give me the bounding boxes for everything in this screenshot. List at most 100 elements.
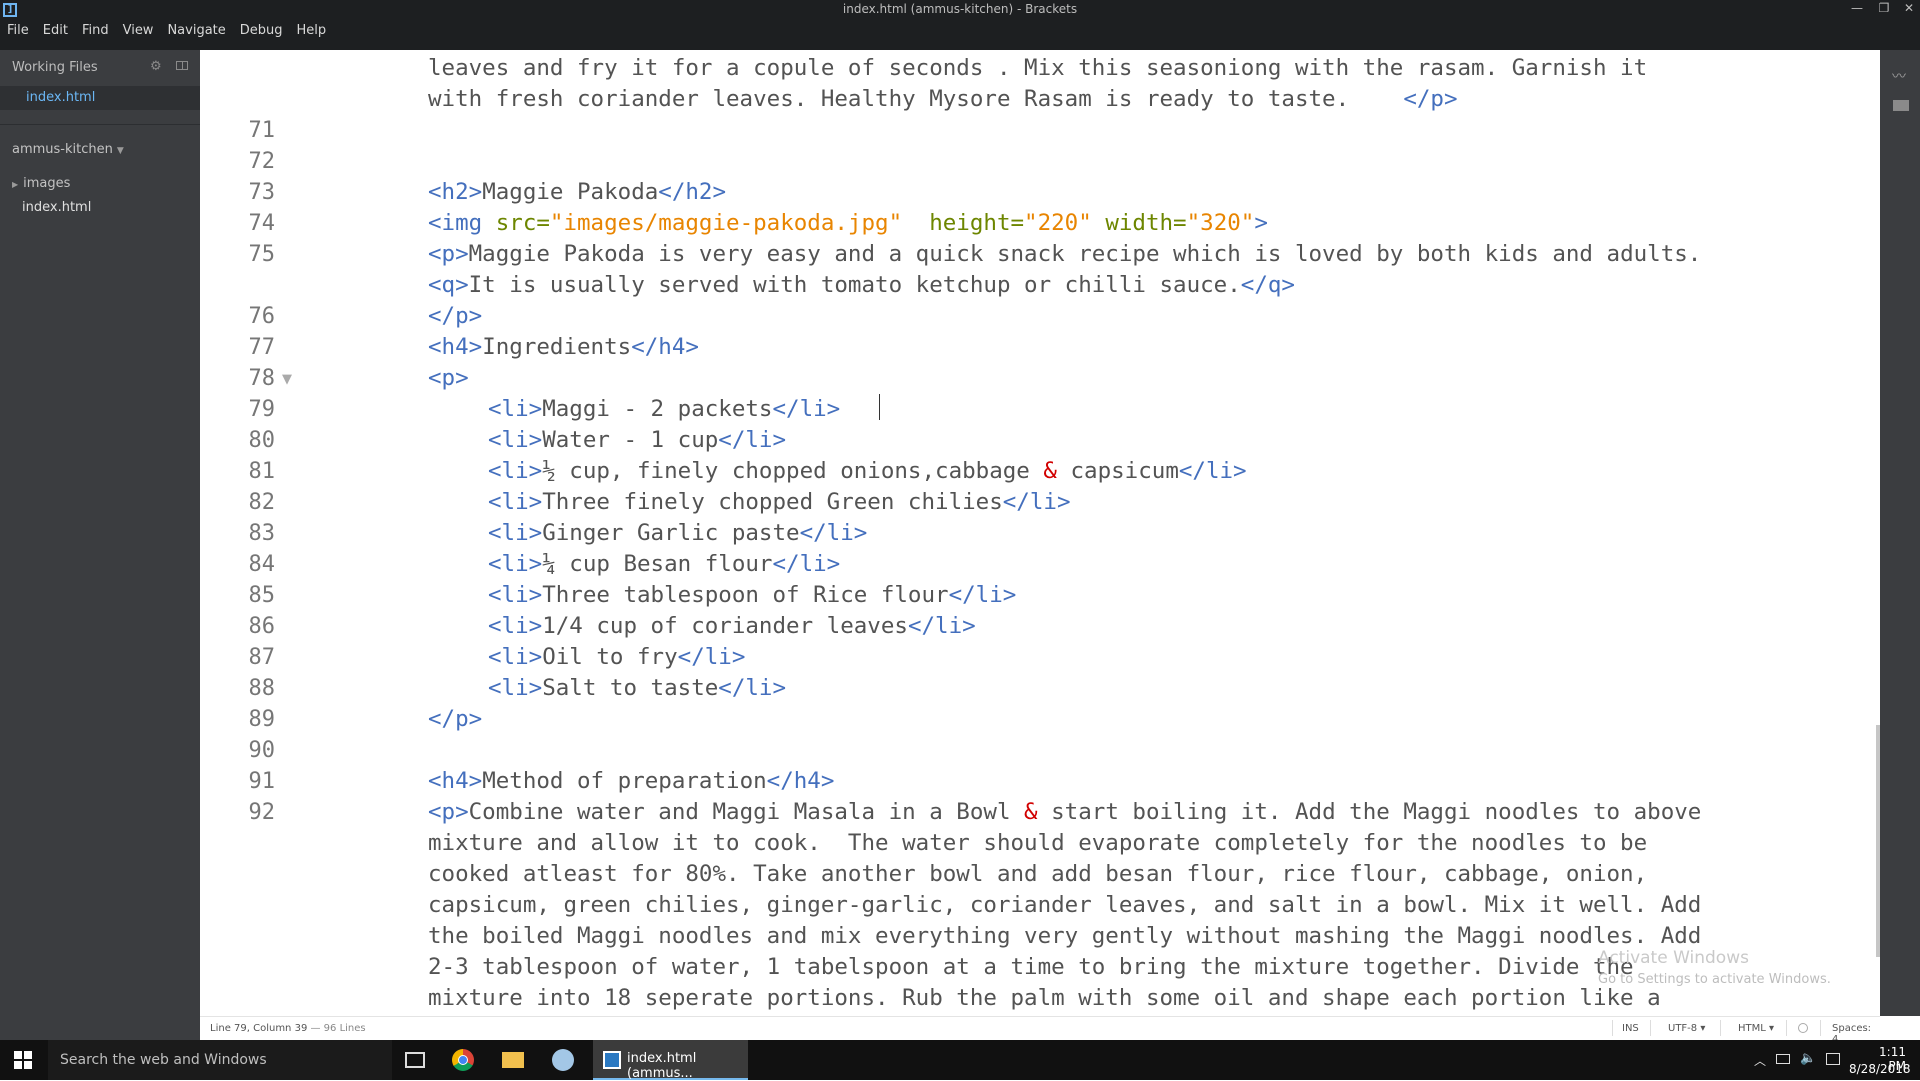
- code-line: </p>: [428, 704, 482, 735]
- code-token: </li>: [718, 675, 787, 701]
- taskbar-search-box[interactable]: Search the web and Windows: [48, 1040, 392, 1080]
- extension-manager-icon[interactable]: [1893, 100, 1909, 111]
- tray-chevron-up-icon[interactable]: ︿: [1754, 1052, 1766, 1069]
- code-token: capsicum, green chilies, ginger-garlic, …: [428, 892, 1702, 918]
- volume-icon[interactable]: 🔈: [1800, 1051, 1816, 1066]
- code-token: Ginger Garlic paste: [542, 520, 800, 546]
- line-number: 73: [248, 180, 276, 205]
- taskbar-brackets-window[interactable]: index.html (ammus...: [593, 1040, 748, 1081]
- code-token: 2-3 tablespoon of water, 1 tabelspoon at…: [428, 954, 1634, 980]
- code-token: <li>: [488, 489, 543, 515]
- line-number: 79: [248, 397, 276, 422]
- code-token: </p>: [1403, 86, 1458, 112]
- code-token: ¼ cup Besan flour: [542, 551, 773, 577]
- line-number: 78: [248, 366, 276, 391]
- code-line: 2-3 tablespoon of water, 1 tabelspoon at…: [428, 952, 1634, 983]
- code-token: Three finely chopped Green chilies: [542, 489, 1003, 515]
- code-token: Maggi - 2 packets: [542, 396, 773, 422]
- code-line: <li>¼ cup Besan flour</li>: [488, 549, 840, 580]
- menu-find[interactable]: Find: [75, 22, 116, 40]
- encoding-select[interactable]: UTF-8 ▾: [1668, 1023, 1705, 1034]
- code-token: <q>: [428, 272, 469, 298]
- file-explorer-icon[interactable]: [502, 1052, 524, 1068]
- code-token: &: [1043, 458, 1057, 484]
- minimize-button[interactable]: —: [1845, 0, 1869, 20]
- code-token: </p>: [428, 706, 483, 732]
- chevron-right-icon: ▶: [12, 180, 19, 189]
- line-count: 96 Lines: [323, 1023, 366, 1034]
- menu-debug[interactable]: Debug: [233, 22, 290, 40]
- menu-file[interactable]: File: [0, 22, 36, 40]
- language-select[interactable]: HTML ▾: [1738, 1023, 1774, 1034]
- status-divider: [1612, 1020, 1613, 1036]
- code-token: height=: [929, 210, 1025, 236]
- line-number: 86: [248, 614, 276, 639]
- code-token: &: [1024, 799, 1038, 825]
- code-token: Maggie Pakoda is very easy and a quick s…: [468, 241, 1702, 267]
- cursor-position[interactable]: Line 79, Column 39 — 96 Lines: [210, 1023, 366, 1034]
- code-token: </h4>: [766, 768, 835, 794]
- close-button[interactable]: ✕: [1897, 0, 1920, 20]
- code-token: <li>: [488, 458, 543, 484]
- scrollbar-thumb[interactable]: [1876, 725, 1880, 957]
- task-view-icon[interactable]: [405, 1052, 425, 1068]
- line-number: 87: [248, 645, 276, 670]
- code-line: <li>Water - 1 cup</li>: [488, 425, 786, 456]
- code-token: <li>: [488, 396, 543, 422]
- notifications-icon[interactable]: [1826, 1053, 1840, 1065]
- lint-status-icon[interactable]: [1798, 1023, 1808, 1033]
- code-token: <p>: [428, 799, 469, 825]
- code-token: </li>: [907, 613, 976, 639]
- split-view-icon[interactable]: [176, 61, 188, 70]
- code-token: Method of preparation: [482, 768, 767, 794]
- menu-edit[interactable]: Edit: [36, 22, 75, 40]
- status-bar: Line 79, Column 39 — 96 Lines INS UTF-8 …: [200, 1016, 1880, 1045]
- text-cursor: [879, 394, 880, 420]
- menu-help[interactable]: Help: [290, 22, 334, 40]
- menu-view[interactable]: View: [116, 22, 161, 40]
- line-number: 81: [248, 459, 276, 484]
- fold-arrow-icon[interactable]: ▼: [282, 372, 292, 387]
- code-token: <li>: [488, 613, 543, 639]
- code-token: <h4>: [428, 334, 483, 360]
- line-number: 82: [248, 490, 276, 515]
- tree-folder-label: images: [23, 176, 71, 191]
- menu-navigate[interactable]: Navigate: [160, 22, 232, 40]
- live-preview-icon[interactable]: 〰: [1892, 66, 1906, 86]
- working-file-item[interactable]: index.html: [0, 86, 200, 110]
- line-number: 80: [248, 428, 276, 453]
- code-token: leaves and fry it for a copule of second…: [428, 55, 1648, 81]
- paint-icon[interactable]: [552, 1049, 574, 1071]
- windows-taskbar: Search the web and Windows index.html (a…: [0, 1040, 1920, 1081]
- line-number: 75: [248, 242, 276, 267]
- gear-icon[interactable]: ⚙: [150, 59, 162, 74]
- windows-start-icon[interactable]: [14, 1051, 32, 1069]
- insert-mode-toggle[interactable]: INS: [1622, 1023, 1639, 1034]
- code-token: Maggie Pakoda: [482, 179, 659, 205]
- code-token: start boiling it. Add the Maggi noodles …: [1037, 799, 1702, 825]
- clock-date[interactable]: 8/28/2018: [1849, 1062, 1911, 1076]
- project-dropdown[interactable]: ammus-kitchen ▼: [12, 142, 124, 157]
- code-line: <h4>Ingredients</h4>: [428, 332, 699, 363]
- line-number: 90: [248, 738, 276, 763]
- working-files-header: Working Files: [12, 60, 98, 75]
- tree-folder-images[interactable]: ▶ images: [12, 176, 70, 191]
- code-editor[interactable]: 71 72 73 74 75 76 77 78 79 80 81 82 83 84 85 86 87 88 89 90…: [200, 50, 1880, 1016]
- vertical-scrollbar[interactable]: [1876, 80, 1880, 960]
- activate-windows-watermark: Activate Windows: [1598, 948, 1749, 968]
- code-line: <li>Maggi - 2 packets</li>: [488, 394, 840, 425]
- code-token: <h2>: [428, 179, 483, 205]
- code-line: <li>½ cup, finely chopped onions,cabbage…: [488, 456, 1247, 487]
- taskbar-window-label: index.html (ammus...: [627, 1051, 697, 1081]
- status-divider: [1786, 1020, 1787, 1036]
- cursor-position-label: Line 79, Column 39: [210, 1023, 308, 1034]
- maximize-button[interactable]: ❐: [1872, 0, 1896, 20]
- tree-file-index[interactable]: index.html: [22, 200, 91, 215]
- code-line: <p>Combine water and Maggi Masala in a B…: [428, 797, 1701, 828]
- code-line: <p>Maggie Pakoda is very easy and a quic…: [428, 239, 1701, 270]
- code-token: <p>: [428, 241, 469, 267]
- code-token: </li>: [718, 427, 787, 453]
- code-token: "images/maggie-pakoda.jpg": [549, 210, 903, 236]
- network-icon[interactable]: [1776, 1054, 1790, 1064]
- chrome-icon[interactable]: [452, 1049, 474, 1071]
